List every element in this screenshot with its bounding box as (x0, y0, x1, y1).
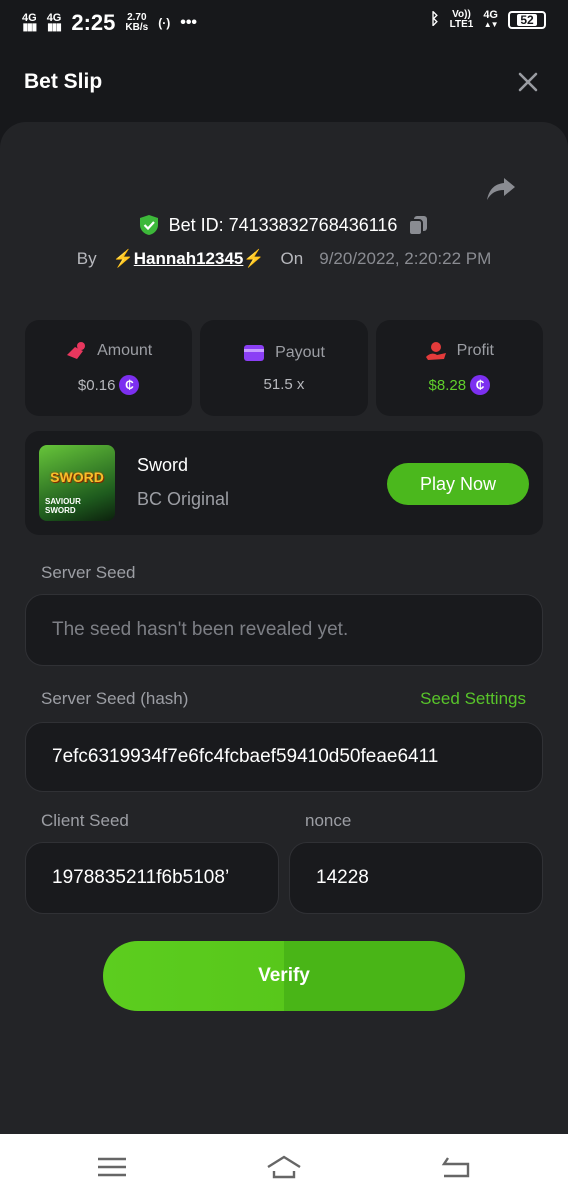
nonce-label: nonce (305, 811, 352, 830)
server-seed-field[interactable]: The seed hasn't been revealed yet. (25, 594, 543, 666)
verified-shield-icon (139, 215, 158, 235)
profit-value: $8.28 (428, 376, 467, 394)
page-title: Bet Slip (24, 70, 103, 93)
mobile-data-icon: 4G ▲▼ (483, 9, 498, 30)
game-name: Sword (137, 455, 189, 475)
coin-icon: ₵ (119, 375, 140, 395)
username-link[interactable]: ⚡Hannah12345⚡ (113, 249, 265, 269)
client-seed-label: Client Seed (41, 811, 129, 830)
game-card: SWORD SAVIOUR SWORD Sword BC Original Pl… (25, 431, 543, 535)
by-label: By (76, 249, 97, 268)
profit-card: Profit $8.28 ₵ (375, 320, 543, 416)
payout-card: Payout 51.5 x (200, 320, 368, 416)
volte-indicator: Vo)) LTE1 (449, 9, 474, 30)
sim1-signal-icon: 4G ▮▮▮ (22, 12, 37, 33)
share-icon[interactable] (486, 176, 516, 202)
profit-icon (425, 342, 446, 360)
bet-id-row: Bet ID: 74133832768436116 (0, 214, 568, 236)
close-icon[interactable] (516, 70, 540, 94)
on-label: On (280, 249, 304, 268)
server-seed-hash-label: Server Seed (hash) (41, 689, 189, 708)
coin-icon: ₵ (470, 375, 491, 395)
sim2-signal-icon: 4G ▮▮▮ (46, 12, 62, 33)
payout-value: 51.5 x (263, 375, 305, 393)
bluetooth-icon: ᛒ (429, 11, 440, 28)
seed-settings-link[interactable]: Seed Settings (420, 689, 526, 709)
game-provider: BC Original (137, 489, 230, 509)
amount-card: Amount $0.16 ₵ (25, 320, 193, 416)
game-thumbnail[interactable]: SWORD SAVIOUR SWORD (39, 445, 115, 521)
clock: 2:25 (71, 10, 116, 35)
battery-icon: 52 (508, 11, 546, 29)
bet-date: 9/20/2022, 2:20:22 PM (319, 249, 492, 268)
hotspot-icon: (·) (158, 16, 171, 30)
payout-card-icon (244, 344, 265, 361)
bet-meta-row: By ⚡Hannah12345⚡ On 9/20/2022, 2:20:22 P… (0, 249, 568, 269)
more-notifications-icon: ••• (180, 14, 198, 31)
amount-icon (67, 342, 86, 359)
menu-icon[interactable] (94, 1154, 130, 1180)
back-icon[interactable] (438, 1154, 474, 1180)
client-seed-field[interactable]: 1978835211f6b5108’ (25, 842, 279, 914)
server-seed-label: Server Seed (41, 563, 136, 582)
amount-value: $0.16 (77, 376, 116, 394)
bet-stats: Amount $0.16 ₵ Payout 51.5 x Profit $8.28… (25, 320, 543, 416)
home-icon[interactable] (266, 1154, 302, 1180)
network-speed: 2.70 KB/s (125, 12, 149, 33)
server-seed-hash-field[interactable]: 7efc6319934f7e6fc4fcbaef59410d50feae6411 (25, 722, 543, 792)
nonce-field[interactable]: 14228 (289, 842, 543, 914)
copy-icon[interactable] (407, 214, 429, 236)
verify-button[interactable]: Verify (103, 941, 465, 1011)
play-now-button[interactable]: Play Now (387, 463, 529, 505)
status-bar: 4G ▮▮▮ 4G ▮▮▮ 2:25 2.70 KB/s (·) ••• ᛒ Vo))… (0, 0, 568, 44)
bet-id: Bet ID: 74133832768436116 (168, 214, 398, 235)
system-nav-bar (0, 1134, 568, 1200)
